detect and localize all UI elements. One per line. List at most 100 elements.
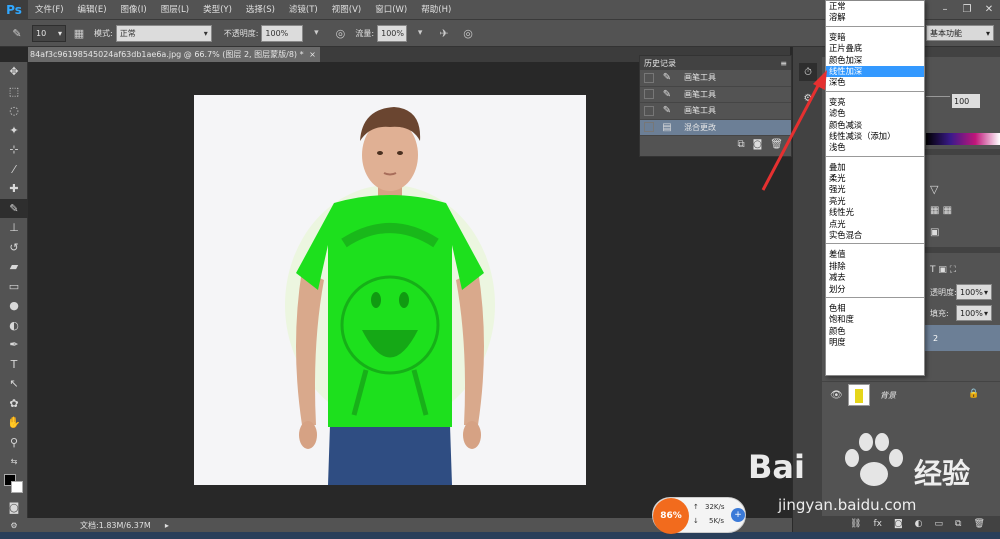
history-panel-title[interactable]: 历史记录 [644,58,676,69]
background-color-swatch[interactable] [11,480,23,493]
close-icon[interactable]: ✕ [978,0,1000,18]
clone-stamp-tool-icon[interactable]: ⊥ [0,218,28,238]
blend-option[interactable]: 明度 [826,337,924,348]
gradient-tool-icon[interactable]: ▭ [0,277,28,297]
minimize-icon[interactable]: – [934,0,956,18]
color-swatches[interactable] [0,472,27,498]
blend-option[interactable]: 正常 [826,1,924,12]
eyedropper-tool-icon[interactable]: ⁄ [0,160,28,180]
layer-opacity-input[interactable]: 100% ▾ [956,284,992,300]
blur-tool-icon[interactable]: ● [0,296,28,316]
menu-window[interactable]: 窗口(W) [368,0,414,20]
history-checkbox[interactable] [644,89,654,100]
airbrush-icon[interactable]: ✈ [435,24,453,42]
path-select-tool-icon[interactable]: ↖ [0,374,28,394]
hand-tool-icon[interactable]: ✋ [0,413,28,433]
blend-option[interactable]: 柔光 [826,173,924,184]
blend-option[interactable]: 差值 [826,249,924,260]
lasso-tool-icon[interactable]: ◌ [0,101,28,121]
workspace-select[interactable]: 基本功能 ▾ [926,25,994,41]
flow-input[interactable]: 100% [377,24,408,42]
menu-image[interactable]: 图像(I) [114,0,154,20]
menu-view[interactable]: 视图(V) [325,0,368,20]
eye-icon[interactable]: 👁 [830,390,843,401]
layer-row[interactable]: 👁 背景 🔒 [822,381,1000,409]
blend-option[interactable]: 颜色 [826,326,924,337]
blend-option[interactable]: 叠加 [826,162,924,173]
color-slider-track[interactable] [926,96,950,97]
history-brush-tool-icon[interactable]: ↺ [0,238,28,258]
color-ramp[interactable] [926,133,1000,145]
move-tool-icon[interactable]: ✥ [0,62,28,82]
fill-input[interactable]: 100% ▾ [956,305,992,321]
healing-tool-icon[interactable]: ✚ [0,179,28,199]
crop-tool-icon[interactable]: ⊹ [0,140,28,160]
quick-mask-icon[interactable]: ◙ [0,498,28,518]
menu-type[interactable]: 类型(Y) [196,0,239,20]
blend-option[interactable]: 变暗 [826,32,924,43]
shape-tool-icon[interactable]: ✿ [0,394,28,414]
menu-layer[interactable]: 图层(L) [154,0,196,20]
blend-option[interactable]: 深色 [826,77,924,88]
menu-file[interactable]: 文件(F) [28,0,71,20]
menu-filter[interactable]: 滤镜(T) [282,0,325,20]
flow-dropdown-icon[interactable]: ▾ [411,24,429,42]
blend-option-selected[interactable]: 线性加深 [826,65,924,78]
swap-colors-icon[interactable]: ⇆ [0,452,28,472]
layer-row-selected[interactable]: 2 [925,325,1000,351]
blend-option[interactable]: 强光 [826,184,924,195]
document-tab[interactable]: 84af3c96198545024af63db1ae6a.jpg @ 66.7%… [28,47,320,62]
menu-edit[interactable]: 编辑(E) [71,0,114,20]
menu-select[interactable]: 选择(S) [239,0,282,20]
blend-option[interactable]: 点光 [826,219,924,230]
history-checkbox[interactable] [644,122,654,133]
blend-option[interactable]: 浅色 [826,142,924,153]
blend-option[interactable]: 排除 [826,261,924,272]
adjustments-grid-icon[interactable]: ▦ ▦ [930,205,952,216]
dodge-tool-icon[interactable]: ◐ [0,316,28,336]
eraser-tool-icon[interactable]: ▰ [0,257,28,277]
zoom-tool-icon[interactable]: ⚲ [0,433,28,453]
brush-panel-icon[interactable]: ▦ [70,24,88,42]
opacity-input[interactable]: 100% [261,24,304,42]
type-tool-icon[interactable]: T [0,355,28,375]
brush-size-picker[interactable]: 10 ▾ [32,24,66,42]
restore-icon[interactable]: ❐ [956,0,978,18]
adjustments-levels-icon[interactable]: ▽ [930,183,938,196]
blend-mode-dropdown[interactable]: 正常 溶解 变暗 正片叠底 颜色加深 线性加深 深色 变亮 滤色 颜色减淡 线性… [825,0,925,376]
new-document-from-state-icon[interactable]: ⧉ [737,139,744,150]
history-checkbox[interactable] [644,105,654,116]
blend-option[interactable]: 划分 [826,284,924,295]
status-menu-arrow-icon[interactable]: ▸ [165,521,169,530]
blend-option[interactable]: 变亮 [826,97,924,108]
pressure-size-icon[interactable]: ◎ [459,24,477,42]
pressure-opacity-icon[interactable]: ◎ [331,24,349,42]
blend-option[interactable]: 饱和度 [826,314,924,325]
blend-option[interactable]: 减去 [826,272,924,283]
blend-option[interactable]: 滤色 [826,108,924,119]
blend-option[interactable]: 色相 [826,303,924,314]
blend-option[interactable]: 颜色加深 [826,55,924,66]
quick-select-tool-icon[interactable]: ✦ [0,121,28,141]
blend-option[interactable]: 亮光 [826,196,924,207]
mode-select[interactable]: 正常 ▾ [115,24,212,42]
layer-filter-icons[interactable]: T ▣ ⛶ [930,265,956,275]
color-value-input[interactable]: 100 [952,94,980,108]
panel-menu-icon[interactable]: ≡ [780,59,787,68]
zoom-level-icon[interactable]: ⚙ [0,521,28,530]
blend-option[interactable]: 线性光 [826,207,924,218]
brush-preset-icon[interactable]: ✎ [8,24,26,42]
adjustments-lookup-icon[interactable]: ▣ [930,227,939,238]
menu-help[interactable]: 帮助(H) [414,0,458,20]
blend-option[interactable]: 实色混合 [826,230,924,241]
image-canvas[interactable] [194,95,586,485]
marquee-tool-icon[interactable]: ⬚ [0,82,28,102]
blend-option[interactable]: 溶解 [826,12,924,23]
blend-option[interactable]: 正片叠底 [826,43,924,54]
brush-tool-icon[interactable]: ✎ [0,198,28,218]
blend-option[interactable]: 线性减淡（添加） [826,131,924,142]
plus-icon[interactable]: + [731,508,745,522]
history-checkbox[interactable] [644,72,654,83]
pen-tool-icon[interactable]: ✒ [0,335,28,355]
tab-close-icon[interactable]: × [309,50,316,59]
